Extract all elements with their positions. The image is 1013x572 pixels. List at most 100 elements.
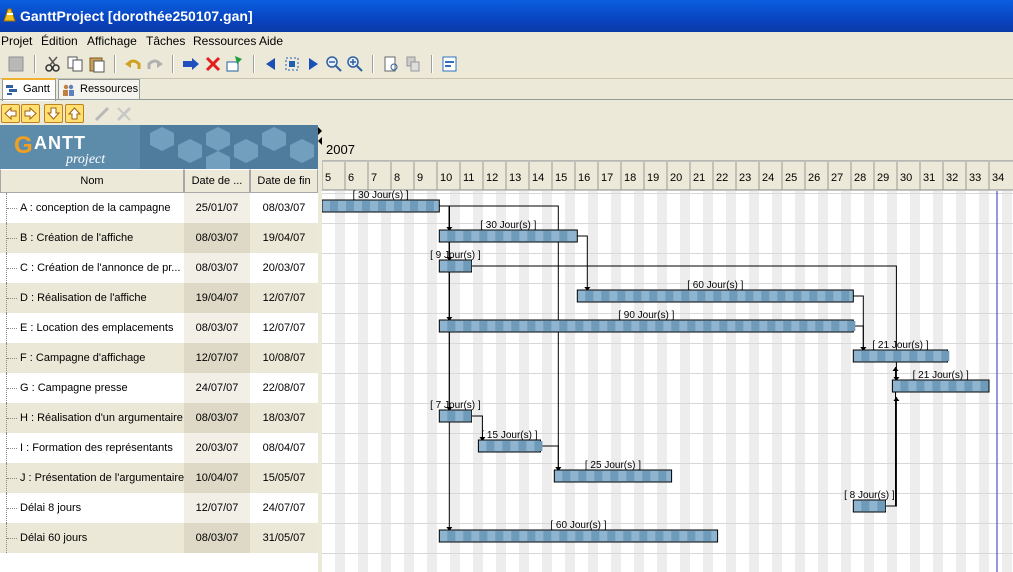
task-end: 22/08/07 — [262, 382, 306, 394]
timeline-year: 2007 — [326, 142, 355, 157]
menu-edition[interactable]: Édition — [41, 34, 78, 48]
task-bar-stripe — [578, 471, 587, 481]
week-label: 17 — [601, 172, 613, 184]
copy-icon[interactable] — [66, 55, 84, 73]
week-label: 22 — [716, 172, 728, 184]
menu-taches[interactable]: Tâches — [146, 34, 185, 48]
move-down-button[interactable] — [44, 104, 63, 123]
paste-icon[interactable] — [88, 55, 106, 73]
table-row[interactable]: C : Création de l'annonce de pr... 08/03/… — [0, 253, 318, 283]
task-bar-stripe — [623, 531, 632, 541]
task-bar-stripe — [426, 201, 434, 211]
stop-icon[interactable] — [7, 55, 25, 73]
grid-shade — [818, 191, 828, 572]
col-header-end[interactable]: Date de fin — [250, 169, 318, 193]
preview-icon[interactable] — [382, 55, 400, 73]
task-end: 12/07/07 — [262, 292, 306, 304]
week-label: 5 — [325, 172, 331, 184]
task-bar-stripe — [479, 231, 488, 241]
grid-shade — [565, 191, 575, 572]
col-header-nom[interactable]: Nom — [0, 169, 184, 193]
table-row[interactable]: Délai 8 jours 12/07/07 24/07/07 — [0, 493, 318, 523]
table-row[interactable]: Délai 60 jours 08/03/07 31/05/07 — [0, 523, 318, 553]
table-row[interactable]: J : Présentation de l'argumentaire 10/04/… — [0, 463, 318, 493]
table-row[interactable]: F : Campagne d'affichage 12/07/07 10/08/07 — [0, 343, 318, 373]
task-start: 25/01/07 — [184, 193, 250, 223]
table-row[interactable]: D : Réalisation de l'affiche 19/04/07 12/0… — [0, 283, 318, 313]
table-row[interactable]: I : Formation des représentants 20/03/07 0… — [0, 433, 318, 463]
table-row[interactable]: H : Réalisation d'un argumentaire 08/03/0… — [0, 403, 318, 433]
tree-connector — [6, 343, 19, 373]
indent-icon[interactable] — [182, 55, 200, 73]
task-bar-stripe — [591, 321, 600, 331]
scroll-right-icon[interactable] — [304, 55, 322, 73]
menu-projet[interactable]: Projet — [1, 34, 32, 48]
task-start: 12/07/07 — [184, 493, 250, 523]
people-icon — [63, 84, 74, 96]
task-bar-stripe — [362, 201, 370, 211]
task-bar-stripe — [809, 291, 818, 301]
week-label: 25 — [785, 172, 797, 184]
week-label: 16 — [578, 172, 590, 184]
move-up-button[interactable] — [65, 104, 84, 123]
zoom-out-icon[interactable] — [325, 55, 343, 73]
grid-shade — [749, 191, 759, 572]
task-bar-stripe — [543, 231, 552, 241]
tree-connector — [6, 523, 19, 553]
task-bar-stripe — [642, 471, 651, 481]
menu-ressources[interactable]: Ressources — [193, 34, 256, 48]
week-label: 14 — [532, 172, 544, 184]
unlink-icon[interactable] — [115, 105, 133, 123]
undo-icon[interactable] — [124, 55, 142, 73]
svg-text:ANTT: ANTT — [34, 133, 86, 153]
grid-shade — [519, 191, 529, 572]
link-icon[interactable] — [93, 105, 111, 123]
week-label: 6 — [348, 172, 354, 184]
task-bar-stripe — [777, 291, 786, 301]
table-row[interactable]: E : Location des emplacements 08/03/07 12/… — [0, 313, 318, 343]
task-bar-stripe — [575, 321, 584, 331]
task-bar-stripe — [687, 321, 696, 331]
task-bar-stripe — [495, 531, 504, 541]
fit-icon[interactable] — [283, 55, 301, 73]
task-bar-stripe — [486, 441, 495, 451]
tree-connector — [6, 193, 19, 223]
cut-icon[interactable] — [44, 55, 62, 73]
task-name: A : conception de la campagne — [20, 202, 171, 214]
table-row[interactable]: A : conception de la campagne 25/01/07 08/… — [0, 193, 318, 223]
week-label: 12 — [486, 172, 498, 184]
menu-affichage[interactable]: Affichage — [87, 34, 137, 48]
grid-shade — [657, 191, 667, 572]
task-start: 08/03/07 — [184, 223, 250, 253]
task-bar-stripe — [793, 291, 802, 301]
task-bar-stripe — [671, 321, 680, 331]
task-bar-stripe — [665, 291, 674, 301]
task-bar-stripe — [617, 291, 626, 301]
menu-aide[interactable]: Aide — [259, 34, 283, 48]
tree-connector — [6, 493, 19, 523]
week-label: 7 — [371, 172, 377, 184]
task-bar-stripe — [562, 471, 571, 481]
tab-ressources[interactable]: Ressources — [58, 79, 140, 99]
zoom-in-icon[interactable] — [346, 55, 364, 73]
export-icon[interactable] — [441, 55, 459, 73]
week-label: 23 — [739, 172, 751, 184]
task-duration-label: [ 21 Jour(s) ] — [872, 340, 928, 351]
task-start: 24/07/07 — [184, 373, 250, 403]
gantt-chart[interactable]: 2007 5 6 7 8 9 10 11 12 13 14 15 16 17 18 19 20 21 22 23 24 2… — [322, 125, 1013, 572]
col-header-start[interactable]: Date de ... — [184, 169, 250, 193]
tab-gantt[interactable]: Gantt — [2, 78, 56, 101]
task-duration-label: [ 7 Jour(s) ] — [430, 400, 481, 411]
move-left-button[interactable] — [1, 104, 20, 123]
move-right-button[interactable] — [21, 104, 40, 123]
delete-icon[interactable] — [204, 55, 222, 73]
task-bar-stripe — [815, 321, 824, 331]
grid-shade — [726, 191, 736, 572]
new-task-icon[interactable] — [225, 55, 243, 73]
print-icon[interactable] — [403, 55, 421, 73]
redo-icon[interactable] — [146, 55, 164, 73]
task-table: G ANTT project Nom Date de ... Date de f… — [0, 125, 319, 572]
table-row[interactable]: G : Campagne presse 24/07/07 22/08/07 — [0, 373, 318, 403]
scroll-left-icon[interactable] — [262, 55, 280, 73]
table-row[interactable]: B : Création de l'affiche 08/03/07 19/04/0… — [0, 223, 318, 253]
